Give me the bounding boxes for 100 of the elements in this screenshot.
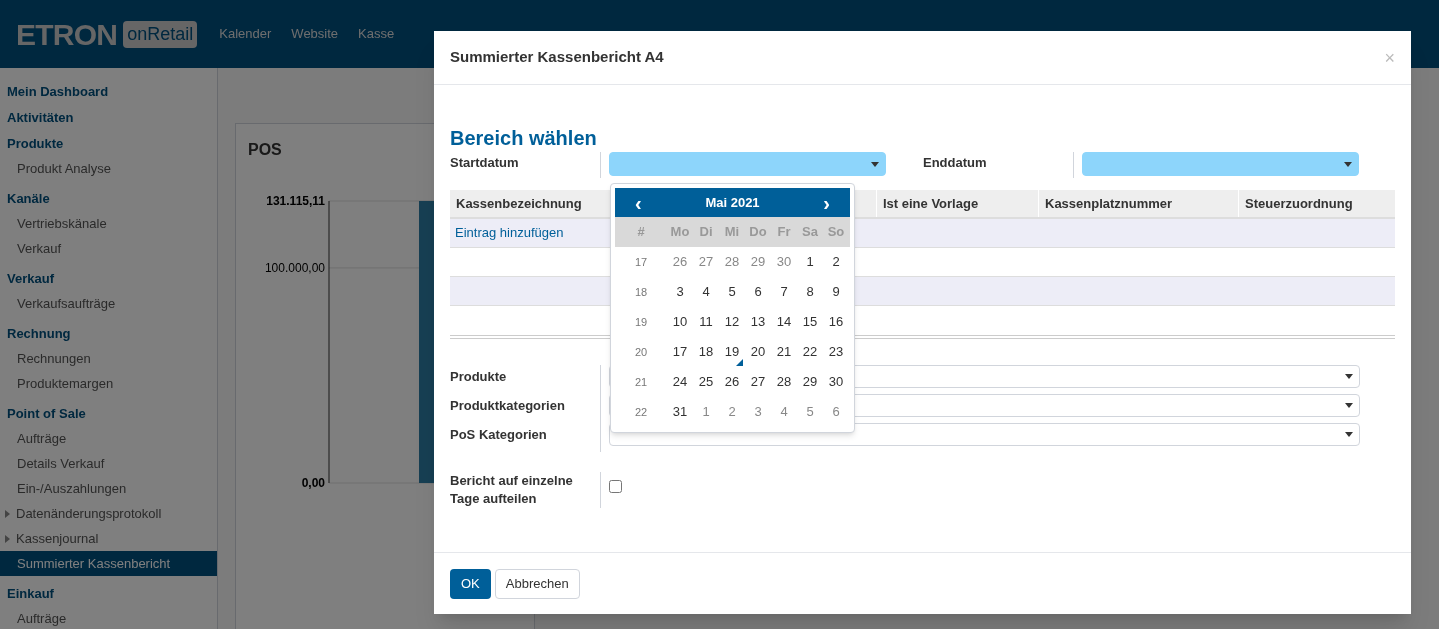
calendar-day[interactable]: 23 <box>823 342 849 362</box>
column-header[interactable]: Kassenplatznummer <box>1045 193 1173 214</box>
expand-arrow-icon[interactable] <box>5 534 10 543</box>
calendar-day[interactable]: 20 <box>745 342 771 362</box>
weekday-header: Do <box>748 223 768 242</box>
sidebar-heading[interactable]: Rechnung <box>0 322 217 346</box>
calendar-day[interactable]: 18 <box>693 342 719 362</box>
calendar-day[interactable]: 7 <box>771 282 797 302</box>
ok-button[interactable]: OK <box>450 568 491 599</box>
weekday-header: Di <box>698 223 714 242</box>
week-number-header: # <box>636 223 646 242</box>
calendar-day[interactable]: 25 <box>693 372 719 392</box>
end-date-field[interactable] <box>1082 152 1359 176</box>
week-number: 17 <box>633 254 649 270</box>
calendar-day[interactable]: 26 <box>719 372 745 392</box>
caret-icon <box>1345 403 1353 408</box>
calendar-day[interactable]: 2 <box>823 252 849 272</box>
sidebar-heading[interactable]: Produkte <box>0 132 217 156</box>
sidebar-item[interactable]: Kassenjournal <box>0 526 217 551</box>
calendar-day[interactable]: 10 <box>667 312 693 332</box>
calendar-day[interactable]: 2 <box>719 402 745 422</box>
calendar-day[interactable]: 3 <box>667 282 693 302</box>
sidebar-heading[interactable]: Aktivitäten <box>0 106 217 130</box>
calendar-day[interactable]: 16 <box>823 312 849 332</box>
sidebar-heading[interactable]: Kanäle <box>0 187 217 211</box>
calendar-day[interactable]: 4 <box>771 402 797 422</box>
sidebar-item[interactable]: Verkaufsaufträge <box>0 291 217 316</box>
dialog-title: Summierter Kassenbericht A4 <box>450 47 664 68</box>
week-number: 21 <box>633 374 649 390</box>
start-date-field[interactable] <box>609 152 886 176</box>
calendar-day[interactable]: 28 <box>771 372 797 392</box>
axis-tick-label: 100.000,00 <box>264 260 325 275</box>
calendar-day[interactable]: 29 <box>745 252 771 272</box>
calendar-day[interactable]: 6 <box>823 402 849 422</box>
calendar-day[interactable]: 5 <box>719 282 745 302</box>
previous-month-button[interactable]: ‹ <box>635 192 642 213</box>
expand-arrow-icon[interactable] <box>5 509 10 518</box>
weekday-header: Mi <box>723 223 741 242</box>
calendar-day[interactable]: 5 <box>797 402 823 422</box>
calendar-day[interactable]: 1 <box>797 252 823 272</box>
calendar-day[interactable]: 31 <box>667 402 693 422</box>
next-month-button[interactable]: › <box>823 192 830 213</box>
sidebar-item[interactable]: Datenänderungsprotokoll <box>0 501 217 526</box>
add-entry-link[interactable]: Eintrag hinzufügen <box>455 223 564 243</box>
calendar-day[interactable]: 27 <box>693 252 719 272</box>
axis-tick-label: 131.115,11 <box>266 194 325 208</box>
checkbox[interactable] <box>609 480 622 493</box>
calendar-day[interactable]: 30 <box>771 252 797 272</box>
weekday-header: Fr <box>776 223 792 242</box>
sidebar-item[interactable]: Ein-/Auszahlungen <box>0 476 217 501</box>
sidebar-item[interactable]: Summierter Kassenbericht <box>0 551 217 576</box>
sidebar-heading[interactable]: Einkauf <box>0 582 217 606</box>
sidebar-item[interactable]: Aufträge <box>0 606 217 629</box>
field-label: PoS Kategorien <box>450 426 548 444</box>
sidebar-item[interactable]: Vertriebskänale <box>0 211 217 236</box>
card-title: POS <box>248 140 282 160</box>
field-label: Enddatum <box>923 154 988 172</box>
caret-icon <box>1344 161 1352 167</box>
field-label: Produktkategorien <box>450 397 566 415</box>
field-label: Startdatum <box>450 154 520 172</box>
field-label: Bericht auf einzelne Tage aufteilen <box>450 472 574 508</box>
section-heading: Bereich wählen <box>450 126 598 151</box>
sidebar-heading[interactable]: Point of Sale <box>0 402 217 426</box>
weekday-header: Sa <box>801 223 819 242</box>
column-header[interactable]: Steuerzuordnung <box>1245 193 1353 214</box>
month-title[interactable]: Mai 2021 <box>705 192 760 213</box>
calendar-day[interactable]: 26 <box>667 252 693 272</box>
calendar-day[interactable]: 1 <box>693 402 719 422</box>
calendar-day[interactable]: 8 <box>797 282 823 302</box>
calendar-day[interactable]: 15 <box>797 312 823 332</box>
column-header[interactable]: Ist eine Vorlage <box>883 193 979 214</box>
calendar-day[interactable]: 3 <box>745 402 771 422</box>
caret-icon <box>1345 374 1353 379</box>
calendar-day[interactable]: 17 <box>667 342 693 362</box>
calendar-day[interactable]: 11 <box>693 312 719 332</box>
calendar-day[interactable]: 21 <box>771 342 797 362</box>
calendar-day[interactable]: 22 <box>797 342 823 362</box>
calendar-day[interactable]: 13 <box>745 312 771 332</box>
cancel-button[interactable]: Abbrechen <box>494 568 580 599</box>
calendar-day[interactable]: 9 <box>823 282 849 302</box>
column-header[interactable]: Kassenbezeichnung <box>456 193 582 214</box>
calendar-day[interactable]: 14 <box>771 312 797 332</box>
calendar-day[interactable]: 30 <box>823 372 849 392</box>
calendar-day[interactable]: 4 <box>693 282 719 302</box>
sidebar-heading[interactable]: Mein Dashboard <box>0 80 217 104</box>
calendar-day[interactable]: 6 <box>745 282 771 302</box>
sidebar-item[interactable]: Produktemargen <box>0 371 217 396</box>
sidebar-item[interactable]: Produkt Analyse <box>0 156 217 181</box>
calendar-day[interactable]: 28 <box>719 252 745 272</box>
sidebar-item[interactable]: Rechnungen <box>0 346 217 371</box>
calendar-day[interactable]: 19 <box>719 342 745 362</box>
calendar-day[interactable]: 12 <box>719 312 745 332</box>
calendar-day[interactable]: 27 <box>745 372 771 392</box>
week-number: 22 <box>633 404 649 420</box>
sidebar-item[interactable]: Verkauf <box>0 236 217 261</box>
calendar-day[interactable]: 24 <box>667 372 693 392</box>
sidebar-heading[interactable]: Verkauf <box>0 267 217 291</box>
sidebar-item[interactable]: Aufträge <box>0 426 217 451</box>
sidebar-item[interactable]: Details Verkauf <box>0 451 217 476</box>
calendar-day[interactable]: 29 <box>797 372 823 392</box>
